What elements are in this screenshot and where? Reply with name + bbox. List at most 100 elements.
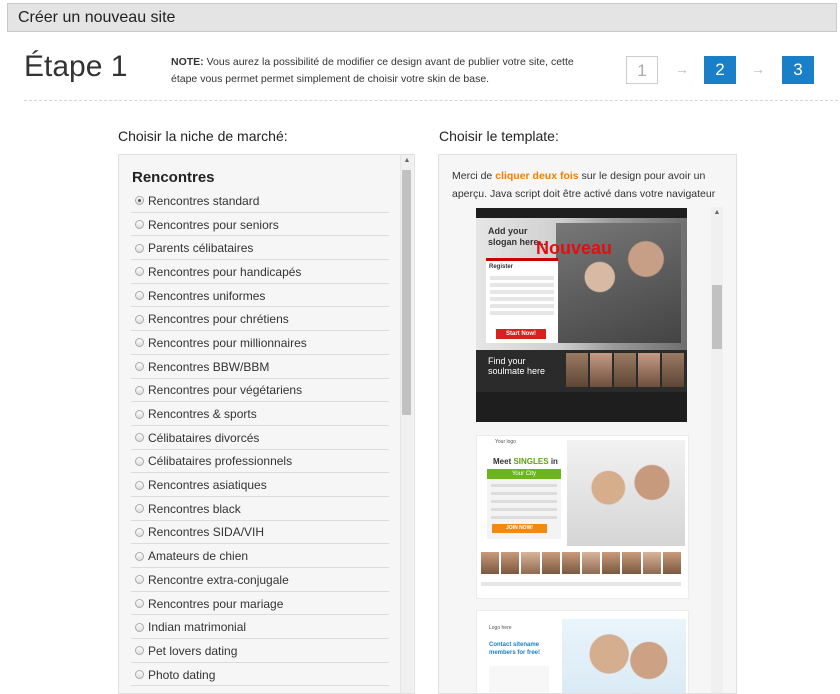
divider — [24, 100, 838, 101]
niche-option-label: Pet lovers dating — [148, 643, 238, 658]
niche-option[interactable]: Parents célibataires — [131, 237, 389, 261]
niche-option[interactable]: Rencontres & sports — [131, 403, 389, 426]
niche-option[interactable]: Rencontres pour mariage — [131, 593, 389, 616]
niche-option[interactable]: Rencontres pour chrétiens — [131, 308, 389, 332]
page-title: Créer un nouveau site — [18, 9, 176, 26]
niche-option[interactable]: Célibataires divorcés — [131, 427, 389, 450]
start-now-preview: Start Now! — [496, 329, 546, 339]
step-2-indicator[interactable]: 2 — [704, 56, 736, 84]
radio-button[interactable] — [135, 267, 144, 277]
niche-option[interactable]: Rencontres asiatiques — [131, 474, 389, 497]
niche-option-label: Célibataires professionnels — [148, 454, 293, 469]
niche-list: Rencontres standard Rencontres pour senio… — [131, 190, 389, 687]
radio-button[interactable] — [135, 243, 144, 253]
city-banner: Your City — [487, 469, 561, 479]
step-note: NOTE: Vous aurez la possibilité de modif… — [171, 54, 591, 88]
radio-button[interactable] — [135, 220, 144, 230]
niche-option[interactable]: Rencontres pour végétariens — [131, 380, 389, 403]
template-thumbnail-1[interactable]: Add your slogan here... Nouveau Register… — [476, 208, 687, 422]
niche-option-label: Rencontres asiatiques — [148, 478, 267, 493]
step-title: Étape 1 — [24, 50, 128, 83]
template-instructions: Merci de cliquer deux fois sur le design… — [452, 167, 722, 203]
niche-list-panel: Rencontres Rencontres standard Rencontres… — [118, 154, 415, 694]
niche-option[interactable]: Rencontres pour millionnaires — [131, 332, 389, 355]
radio-button[interactable] — [135, 480, 144, 490]
radio-button[interactable] — [135, 527, 144, 537]
niche-option[interactable]: Célibataires professionnels — [131, 451, 389, 474]
note-text: Vous aurez la possibilité de modifier ce… — [171, 56, 574, 85]
couple-photo — [562, 619, 686, 693]
template-thumbnail-2[interactable]: Your logo Meet SINGLES in Your City JOIN… — [476, 435, 689, 599]
radio-button[interactable] — [135, 504, 144, 514]
niche-scrollbar[interactable]: ▲ — [400, 155, 413, 693]
niche-group-title: Rencontres — [132, 169, 215, 186]
niche-option-label: Rencontres pour seniors — [148, 217, 279, 232]
radio-button[interactable] — [135, 196, 144, 206]
niche-option-label: Rencontres uniformes — [148, 288, 266, 303]
intro-text: Merci de — [452, 170, 496, 182]
niche-section-title: Choisir la niche de marché: — [118, 128, 288, 144]
radio-button[interactable] — [135, 551, 144, 561]
niche-option[interactable]: Rencontres BBW/BBM — [131, 356, 389, 379]
niche-option[interactable]: Indian matrimonial — [131, 616, 389, 640]
niche-option-label: Célibataires divorcés — [148, 430, 260, 445]
template-panel: Merci de cliquer deux fois sur le design… — [438, 154, 737, 694]
niche-option[interactable]: Photo dating — [131, 664, 389, 687]
radio-button[interactable] — [135, 385, 144, 395]
radio-button[interactable] — [135, 646, 144, 656]
signup-form-preview — [489, 666, 549, 693]
niche-option-label: Indian matrimonial — [148, 620, 247, 635]
scrollbar-thumb[interactable] — [402, 170, 411, 415]
template-logo: Your logo — [495, 439, 516, 445]
step-3-indicator[interactable]: 3 — [782, 56, 814, 84]
niche-option-label: Rencontres pour chrétiens — [148, 312, 289, 327]
radio-button[interactable] — [135, 314, 144, 324]
niche-option[interactable]: Pet lovers dating — [131, 640, 389, 663]
niche-option-label: Rencontres pour mariage — [148, 596, 284, 611]
niche-option-label: Photo dating — [148, 667, 216, 682]
niche-option[interactable]: Rencontres SIDA/VIH — [131, 522, 389, 545]
radio-button[interactable] — [135, 599, 144, 609]
radio-button[interactable] — [135, 622, 144, 632]
niche-option-label: Amateurs de chien — [148, 549, 249, 564]
scroll-up-icon[interactable]: ▲ — [401, 157, 413, 164]
radio-button[interactable] — [135, 670, 144, 680]
arrow-right-icon: → — [675, 61, 689, 77]
new-badge: Nouveau — [536, 238, 613, 258]
niche-option-label: Rencontres standard — [148, 193, 260, 208]
template-section-title: Choisir le template: — [439, 128, 559, 144]
page-header: Créer un nouveau site — [7, 3, 837, 32]
niche-option[interactable]: Rencontre extra-conjugale — [131, 569, 389, 592]
template-thumbnail-3[interactable]: Logo here Contact sitename members for f… — [476, 610, 689, 693]
niche-option[interactable]: Amateurs de chien — [131, 545, 389, 568]
niche-option[interactable]: Rencontres standard — [131, 190, 389, 213]
double-click-hint: cliquer deux fois — [495, 170, 579, 182]
find-soulmate-text: Find your soulmate here — [488, 356, 546, 376]
niche-option-label: Rencontres pour millionnaires — [148, 335, 307, 350]
radio-button[interactable] — [135, 291, 144, 301]
radio-button[interactable] — [135, 409, 144, 419]
niche-option-label: Parents célibataires — [148, 241, 254, 256]
arrow-right-icon: → — [751, 61, 765, 77]
step-1-indicator[interactable]: 1 — [626, 56, 658, 84]
niche-option-label: Rencontres SIDA/VIH — [148, 525, 265, 540]
contact-members-title: Contact sitename members for free! — [489, 642, 541, 656]
note-label: NOTE: — [171, 56, 204, 68]
radio-button[interactable] — [135, 433, 144, 443]
niche-option-label: Rencontres pour handicapés — [148, 264, 302, 279]
niche-option[interactable]: Rencontres black — [131, 498, 389, 521]
radio-button[interactable] — [135, 575, 144, 585]
radio-button[interactable] — [135, 456, 144, 466]
niche-option[interactable]: Rencontres uniformes — [131, 285, 389, 308]
niche-option[interactable]: Rencontres pour seniors — [131, 214, 389, 237]
niche-option[interactable]: Rencontres pour handicapés — [131, 261, 389, 284]
radio-button[interactable] — [135, 338, 144, 348]
radio-button[interactable] — [135, 362, 144, 372]
scrollbar-thumb[interactable] — [712, 285, 722, 349]
niche-option-label: Rencontres black — [148, 501, 241, 516]
niche-option-label: Rencontres pour végétariens — [148, 383, 303, 398]
member-photos — [566, 353, 684, 387]
template-scrollbar[interactable]: ▲ — [711, 207, 723, 693]
couple-photo — [567, 440, 685, 546]
scroll-up-icon[interactable]: ▲ — [711, 209, 723, 216]
